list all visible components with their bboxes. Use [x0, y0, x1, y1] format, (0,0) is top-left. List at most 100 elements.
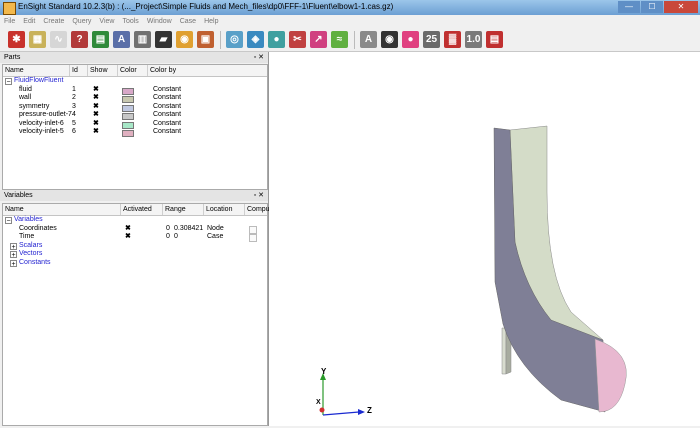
parts-row[interactable]: velocity-inlet-5 6 ✖ Constant	[3, 128, 267, 137]
scale-icon[interactable]: 1.0	[465, 31, 482, 48]
query-icon[interactable]: ?	[71, 31, 88, 48]
variable-activated-toggle[interactable]: ✖	[125, 233, 131, 242]
parts-col-name[interactable]: Name	[3, 65, 70, 76]
variable-group-row[interactable]: + Scalars	[3, 242, 267, 251]
left-panel: Parts ▫ ✕ Name Id Show Color Color by − …	[0, 52, 270, 426]
toolbar-separator	[354, 30, 355, 49]
close-button[interactable]: ✕	[664, 1, 698, 13]
expand-icon[interactable]: +	[10, 251, 17, 259]
menu-window[interactable]: Window	[143, 15, 176, 28]
part-color-by[interactable]: Constant	[153, 111, 181, 120]
toolbox-icon[interactable]: ▣	[197, 31, 214, 48]
text-icon[interactable]: A	[360, 31, 377, 48]
part-color-by[interactable]: Constant	[153, 94, 181, 103]
parts-row[interactable]: pressure-outlet-7 4 ✖ Constant	[3, 111, 267, 120]
collapse-icon[interactable]: −	[5, 78, 12, 86]
variables-col-compu[interactable]: Compu	[245, 204, 270, 215]
film-icon[interactable]: ▤	[92, 31, 109, 48]
variable-location: Node	[207, 224, 224, 232]
variable-group-label: Scalars	[19, 241, 43, 249]
variable-activated-toggle[interactable]: ✖	[125, 225, 131, 234]
parts-icon[interactable]: ✱	[8, 31, 25, 48]
variables-col-name[interactable]: Name	[3, 204, 121, 215]
variables-col-location[interactable]: Location	[204, 204, 245, 215]
parts-col-color[interactable]: Color	[118, 65, 148, 76]
part-show-toggle[interactable]: ✖	[93, 120, 99, 129]
parts-group-row[interactable]: − FluidFlowFluent	[3, 77, 267, 86]
menu-tools[interactable]: Tools	[118, 15, 142, 28]
part-name: wall	[19, 94, 32, 101]
parts-row[interactable]: symmetry 3 ✖ Constant	[3, 103, 267, 112]
color-bar-icon[interactable]: ▤	[486, 31, 503, 48]
pressure-outlet-face[interactable]	[594, 338, 627, 413]
main-toolbar: ✱ ▦ ∿? ▤ A ▥ ▰ ◉ ▣ ◎ ◈ ● ✂ ↗ ≈ A ◉ ● 25 ▓ 1.0 ▤	[0, 28, 700, 52]
table-icon[interactable]: ▦	[29, 31, 46, 48]
menu-query[interactable]: Query	[68, 15, 95, 28]
geometry-view	[319, 125, 627, 416]
book-icon[interactable]: ▥	[134, 31, 151, 48]
variable-group-label: Constants	[19, 258, 51, 266]
drops-icon[interactable]: ●	[268, 31, 285, 48]
part-color-by[interactable]: Constant	[153, 128, 181, 137]
plot-icon[interactable]: ∿	[50, 31, 67, 48]
part-id: 1	[72, 85, 76, 93]
part-show-toggle[interactable]: ✖	[93, 128, 99, 137]
parts-col-color-by[interactable]: Color by	[148, 65, 266, 76]
variables-title: Variables	[4, 192, 33, 199]
part-show-toggle[interactable]: ✖	[93, 94, 99, 103]
part-color-swatch[interactable]	[122, 130, 134, 137]
variables-col-activated[interactable]: Activated	[121, 204, 163, 215]
collapse-icon[interactable]: −	[5, 217, 12, 225]
parts-row[interactable]: velocity-inlet-6 5 ✖ Constant	[3, 120, 267, 129]
palette-icon[interactable]: ▓	[444, 31, 461, 48]
isosurface-icon[interactable]: ◈	[247, 31, 264, 48]
annotation-icon[interactable]: A	[113, 31, 130, 48]
part-name: velocity-inlet-5	[19, 128, 64, 135]
clapper-icon[interactable]: ▰	[155, 31, 172, 48]
part-color-by[interactable]: Constant	[153, 86, 181, 95]
variable-range-min: 0	[166, 224, 170, 232]
parts-col-id[interactable]: Id	[70, 65, 88, 76]
menu-case[interactable]: Case	[176, 15, 200, 28]
part-show-toggle[interactable]: ✖	[93, 103, 99, 112]
maximize-button[interactable]: ☐	[641, 1, 663, 13]
part-show-toggle[interactable]: ✖	[93, 86, 99, 95]
contour-icon[interactable]: ◎	[226, 31, 243, 48]
menu-view[interactable]: View	[95, 15, 118, 28]
minimize-button[interactable]: —	[618, 1, 640, 13]
variable-row[interactable]: Coordinates ✖ 0 0.308421 Node	[3, 225, 267, 234]
expand-icon[interactable]: +	[10, 242, 17, 251]
variables-panel-controls[interactable]: ▫ ✕	[254, 190, 264, 201]
part-show-toggle[interactable]: ✖	[93, 111, 99, 120]
color-wheel-icon[interactable]: ●	[402, 31, 419, 48]
menu-file[interactable]: File	[0, 15, 19, 28]
vector-icon[interactable]: ↗	[310, 31, 327, 48]
parts-row[interactable]: wall 2 ✖ Constant	[3, 94, 267, 103]
expand-icon[interactable]: +	[10, 259, 17, 268]
parts-col-show[interactable]: Show	[88, 65, 118, 76]
menu-edit[interactable]: Edit	[19, 15, 39, 28]
menu-create[interactable]: Create	[39, 15, 68, 28]
part-color-by[interactable]: Constant	[153, 103, 181, 112]
parts-panel-controls[interactable]: ▫ ✕	[254, 52, 264, 63]
variable-row[interactable]: Time ✖ 0 0 Case	[3, 233, 267, 242]
variable-group-row[interactable]: + Vectors	[3, 250, 267, 259]
scissors-icon[interactable]: ✂	[289, 31, 306, 48]
variables-col-range[interactable]: Range	[163, 204, 204, 215]
variable-group-row[interactable]: + Constants	[3, 259, 267, 268]
streamline-icon[interactable]: ≈	[331, 31, 348, 48]
menu-help[interactable]: Help	[200, 15, 222, 28]
variables-root-row[interactable]: − Variables	[3, 216, 267, 225]
number-icon[interactable]: 25	[423, 31, 440, 48]
graphics-viewport[interactable]: Y Z X	[269, 52, 700, 426]
parts-header: Name Id Show Color Color by	[3, 65, 267, 77]
camera-icon[interactable]: ◉	[176, 31, 193, 48]
parts-title: Parts	[4, 54, 21, 61]
parts-row[interactable]: fluid 1 ✖ Constant	[3, 86, 267, 95]
title-bar: EnSight Standard 10.2.3(b) : (..._Projec…	[0, 0, 700, 15]
variable-location: Case	[207, 233, 224, 240]
part-color-by[interactable]: Constant	[153, 120, 181, 129]
eye-icon[interactable]: ◉	[381, 31, 398, 48]
velocity-inlet-pipe[interactable]	[501, 327, 507, 375]
variables-header: Name Activated Range Location Compu	[3, 204, 270, 216]
